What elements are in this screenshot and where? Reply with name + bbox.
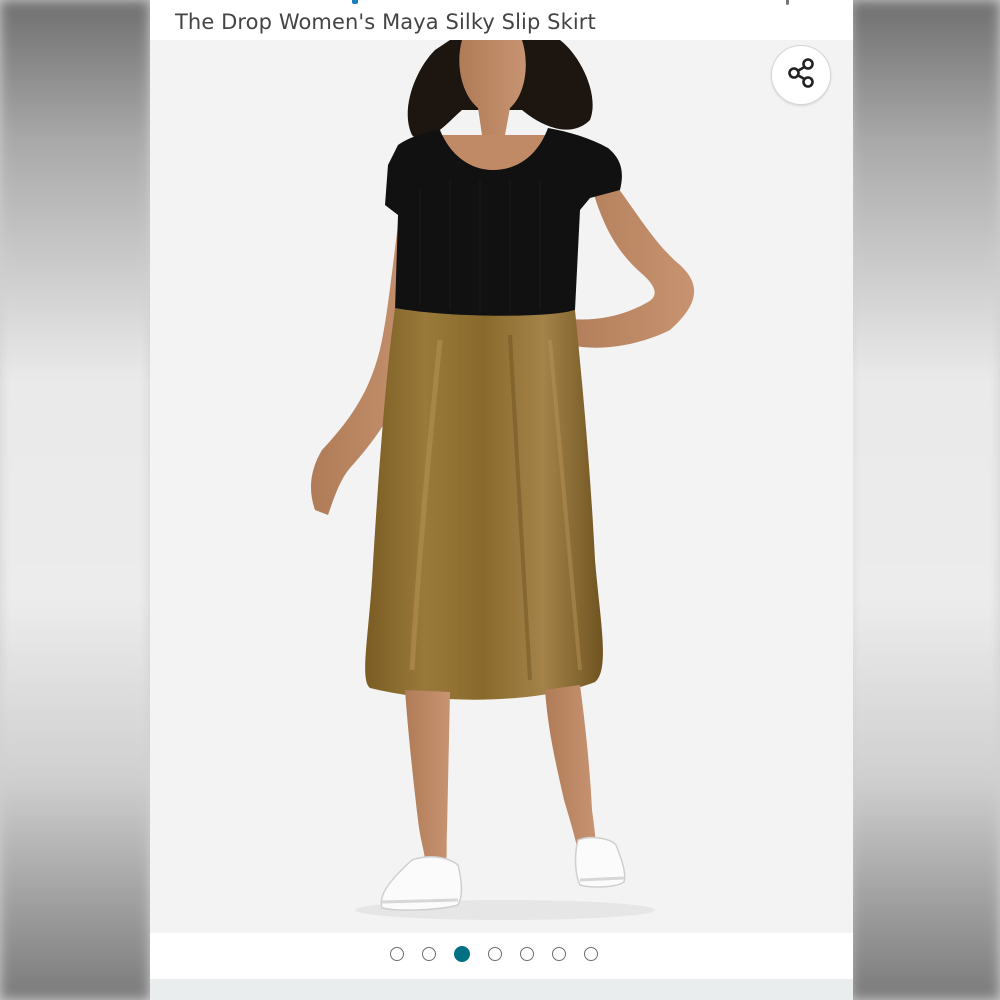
carousel-pagination <box>150 933 853 979</box>
pagination-dot-6[interactable] <box>552 947 566 961</box>
product-title[interactable]: The Drop Women's Maya Silky Slip Skirt <box>175 10 596 34</box>
pagination-dot-3-active[interactable] <box>454 946 470 962</box>
pagination-dot-1[interactable] <box>390 947 404 961</box>
bottom-divider <box>150 979 853 1000</box>
share-icon <box>784 56 818 94</box>
cropped-text-fragment <box>786 0 789 5</box>
pagination-dot-2[interactable] <box>422 947 436 961</box>
product-page: The Drop Women's Maya Silky Slip Skirt <box>150 0 853 1000</box>
pagination-dots <box>390 946 598 962</box>
pagination-dot-5[interactable] <box>520 947 534 961</box>
product-image-carousel[interactable] <box>150 40 853 933</box>
product-image[interactable] <box>150 40 853 933</box>
pagination-dot-4[interactable] <box>488 947 502 961</box>
blurred-background-right <box>850 0 1000 1000</box>
title-bar: The Drop Women's Maya Silky Slip Skirt <box>150 0 853 40</box>
cropped-link-fragment <box>352 0 358 4</box>
pagination-dot-7[interactable] <box>584 947 598 961</box>
share-button[interactable] <box>771 45 831 105</box>
screenshot-frame: The Drop Women's Maya Silky Slip Skirt <box>0 0 1000 1000</box>
blurred-background-left <box>0 0 150 1000</box>
